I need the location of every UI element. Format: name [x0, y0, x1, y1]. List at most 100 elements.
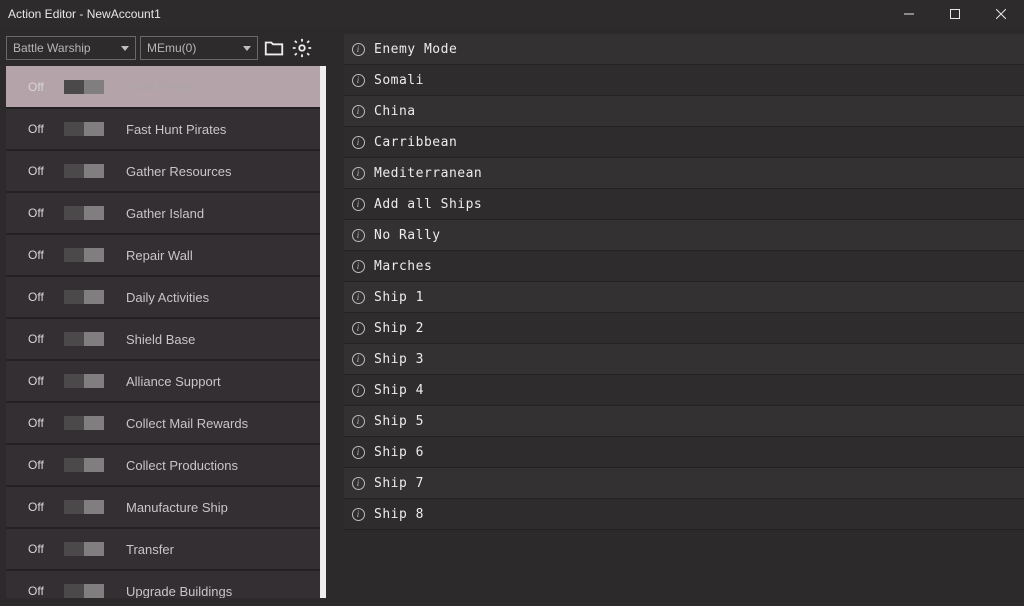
toggle-switch[interactable]: [64, 374, 104, 388]
sidebar-item[interactable]: Off Upgrade Buildings: [6, 570, 320, 598]
setting-row: iSomali11: [344, 65, 1024, 96]
sidebar-item[interactable]: Off Shield Base: [6, 318, 320, 360]
setting-label: Add all Ships: [374, 197, 482, 212]
setting-row: i Ship 5: [344, 406, 1024, 437]
setting-row: iEnemy ModeSomali: [344, 34, 1024, 65]
sidebar-item[interactable]: OffCollect Productions: [6, 444, 320, 486]
info-icon[interactable]: i: [350, 444, 366, 460]
toggle-switch[interactable]: [64, 584, 104, 598]
setting-label: Ship 8: [374, 507, 424, 522]
sidebar-item[interactable]: OffDaily Activities: [6, 276, 320, 318]
settings-button[interactable]: [290, 36, 314, 60]
setting-row: iMediterraneanoff: [344, 158, 1024, 189]
setting-row: i Ship 8: [344, 499, 1024, 530]
info-icon[interactable]: i: [350, 103, 366, 119]
toggle-state-label: Off: [28, 248, 52, 262]
setting-label: Ship 2: [374, 321, 424, 336]
sidebar-item[interactable]: Off Gather Resources: [6, 150, 320, 192]
settings-panel: iEnemy ModeSomaliiSomali11iChinaoffiCarr…: [344, 34, 1024, 606]
info-icon[interactable]: i: [350, 72, 366, 88]
info-icon[interactable]: i: [350, 351, 366, 367]
setting-label: Ship 3: [374, 352, 424, 367]
toggle-state-label: Off: [28, 206, 52, 220]
info-icon[interactable]: i: [350, 227, 366, 243]
setting-label: Ship 4: [374, 383, 424, 398]
toggle-switch[interactable]: [64, 458, 104, 472]
setting-label: Ship 7: [374, 476, 424, 491]
toggle-switch[interactable]: [64, 542, 104, 556]
sidebar-item[interactable]: Off Gather Island: [6, 192, 320, 234]
setting-label: Ship 5: [374, 414, 424, 429]
sidebar-item-label: Gather Island: [126, 206, 204, 221]
sidebar-item[interactable]: OffTransfer: [6, 528, 320, 570]
sidebar-item-label: Upgrade Buildings: [126, 584, 232, 599]
toggle-state-label: Off: [28, 80, 52, 94]
setting-row: i No Rally: [344, 220, 1024, 251]
sidebar-item-label: Shield Base: [126, 332, 195, 347]
setting-row: i Ship 1: [344, 282, 1024, 313]
sidebar-item[interactable]: OffManufacture Ship: [6, 486, 320, 528]
setting-row: iCarribbeanoff: [344, 127, 1024, 158]
emulator-select[interactable]: MEmu(0): [140, 36, 258, 60]
sidebar-item[interactable]: OffAlliance Support: [6, 360, 320, 402]
toggle-state-label: Off: [28, 584, 52, 598]
info-icon[interactable]: i: [350, 506, 366, 522]
close-button[interactable]: [978, 0, 1024, 28]
setting-label: Ship 6: [374, 445, 424, 460]
info-icon[interactable]: i: [350, 475, 366, 491]
sidebar-item[interactable]: Off Hunt Fleets: [6, 66, 320, 108]
sidebar-item[interactable]: Off Repair Wall: [6, 234, 320, 276]
toggle-switch[interactable]: [64, 416, 104, 430]
sidebar-item-label: Transfer: [126, 542, 174, 557]
info-icon[interactable]: i: [350, 413, 366, 429]
setting-row: i Ship 6: [344, 437, 1024, 468]
scrollbar[interactable]: [320, 66, 326, 598]
setting-label: No Rally: [374, 228, 441, 243]
setting-row: i Add all Ships: [344, 189, 1024, 220]
sidebar-item[interactable]: Off Collect Mail Rewards: [6, 402, 320, 444]
setting-label: Marches: [374, 259, 432, 274]
info-icon[interactable]: i: [350, 258, 366, 274]
setting-label: Enemy Mode: [374, 42, 457, 57]
toggle-switch[interactable]: [64, 164, 104, 178]
setting-row: i Ship 2: [344, 313, 1024, 344]
sidebar: OffHunt FleetsOffFast Hunt PiratesOffGat…: [6, 66, 326, 598]
setting-row: i Ship 3: [344, 344, 1024, 375]
toggle-state-label: Off: [28, 290, 52, 304]
sidebar-item[interactable]: OffFast Hunt Pirates: [6, 108, 320, 150]
setting-label: Ship 1: [374, 290, 424, 305]
toggle-state-label: Off: [28, 164, 52, 178]
toggle-state-label: Off: [28, 332, 52, 346]
sidebar-item-label: Fast Hunt Pirates: [126, 122, 226, 137]
game-select-value: Battle Warship: [13, 41, 91, 55]
setting-label: Carribbean: [374, 135, 457, 150]
toggle-switch[interactable]: [64, 332, 104, 346]
sidebar-item-label: Collect Mail Rewards: [126, 416, 248, 431]
info-icon[interactable]: i: [350, 289, 366, 305]
info-icon[interactable]: i: [350, 382, 366, 398]
info-icon[interactable]: i: [350, 196, 366, 212]
toggle-switch[interactable]: [64, 500, 104, 514]
setting-label: Mediterranean: [374, 166, 482, 181]
minimize-button[interactable]: [886, 0, 932, 28]
maximize-button[interactable]: [932, 0, 978, 28]
toggle-state-label: Off: [28, 500, 52, 514]
toggle-switch[interactable]: [64, 206, 104, 220]
toggle-switch[interactable]: [64, 290, 104, 304]
toggle-switch[interactable]: [64, 80, 104, 94]
sidebar-item-label: Repair Wall: [126, 248, 193, 263]
toggle-switch[interactable]: [64, 122, 104, 136]
game-select[interactable]: Battle Warship: [6, 36, 136, 60]
info-icon[interactable]: i: [350, 165, 366, 181]
setting-label: China: [374, 104, 416, 119]
titlebar: Action Editor - NewAccount1: [0, 0, 1024, 28]
sidebar-item-label: Alliance Support: [126, 374, 221, 389]
toggle-switch[interactable]: [64, 248, 104, 262]
toggle-state-label: Off: [28, 416, 52, 430]
info-icon[interactable]: i: [350, 320, 366, 336]
sidebar-item-label: Hunt Fleets: [126, 79, 192, 94]
info-icon[interactable]: i: [350, 41, 366, 57]
info-icon[interactable]: i: [350, 134, 366, 150]
open-folder-button[interactable]: [262, 36, 286, 60]
sidebar-item-label: Gather Resources: [126, 164, 232, 179]
